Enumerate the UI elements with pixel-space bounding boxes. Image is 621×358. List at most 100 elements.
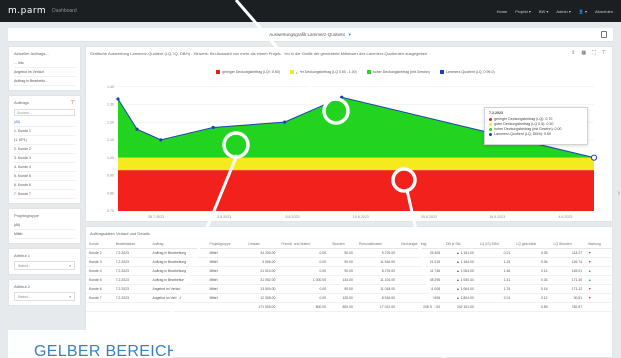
table-cell: 2.01 xyxy=(476,293,514,303)
table-cell: 21 015 xyxy=(397,257,444,267)
table-cell: 7.2.2023 xyxy=(112,257,150,267)
filter-option[interactable]: 4. Kunde 4 xyxy=(14,163,75,172)
filter-option[interactable]: 5. Kunde 5 xyxy=(14,172,75,181)
column-header[interactable]: LQ geschätzt xyxy=(513,240,551,249)
x-tick-label: 29.8.2023 xyxy=(421,215,437,219)
lq-data-point xyxy=(283,120,287,124)
column-header[interactable]: Umsatz xyxy=(245,240,279,249)
table-row[interactable]: Kunde 4 7.2.2023 Auftrag in Bearbeitung Mit… xyxy=(86,266,612,276)
table-header-row: Kunde Bestelldatum Auftrag Projektgruppe Ums… xyxy=(86,240,612,249)
column-header[interactable]: Kunde xyxy=(86,240,113,249)
column-header[interactable]: DB je Std. xyxy=(443,240,477,249)
table-row[interactable]: Kunde 7 7.2.2023 Angebot im Verlauf Mittel 1… xyxy=(86,293,612,303)
print-icon[interactable] xyxy=(601,31,607,38)
clear-filter-icon[interactable]: ⊤ xyxy=(71,100,75,106)
column-header[interactable]: Bestelldatum xyxy=(112,240,150,249)
table-row[interactable]: Kunde 6 7.2.2023 Angebot im Verlauf Mittel 1… xyxy=(86,284,612,294)
tooltip-row: guter Deckungsbeitrag (LQ 0.5): 0.30 xyxy=(489,122,583,126)
panel-title: Attribut 1 xyxy=(14,253,31,258)
table-cell xyxy=(585,302,612,312)
title-dropdown-icon[interactable]: ▼ xyxy=(348,32,352,37)
table-cell: ▲ 1 164.00 xyxy=(443,257,477,267)
table-cell: ▲ 1 050.44 xyxy=(443,275,477,285)
table-cell: 9 276.00 xyxy=(355,248,398,258)
table-cell: Mittel xyxy=(206,266,246,276)
panel-title: Projektgruppe xyxy=(14,213,39,218)
filter-option[interactable]: (All) xyxy=(14,118,75,127)
y-tick-label: 1.30 xyxy=(107,103,114,107)
table-cell: 1.41 xyxy=(476,275,514,285)
column-header[interactable]: Projektgruppe xyxy=(206,240,246,249)
table-cell: 782.87 xyxy=(550,302,586,312)
table-cell: 48 295 xyxy=(397,275,444,285)
column-header[interactable]: Personalkosten xyxy=(355,240,398,249)
filter-option[interactable]: 3. Kunde 3 xyxy=(14,154,75,163)
table-row[interactable]: Kunde 2 7.2.2023 Auftrag in Bearbeitung Mit… xyxy=(86,248,612,258)
tooltip-dot xyxy=(489,127,492,131)
chevron-right-icon[interactable]: › xyxy=(618,190,620,197)
y-tick-label: 1.00 xyxy=(107,156,114,160)
column-header[interactable]: Wartung xyxy=(585,240,612,249)
table-cell: 1.46 xyxy=(476,266,514,276)
filter-option[interactable]: Angebot im Verlauf xyxy=(14,68,75,77)
nav-projekt[interactable]: Projekt ▾ xyxy=(515,9,531,14)
attribut-2-select[interactable]: Select... ▾ xyxy=(14,292,75,301)
table-cell: 0.34 xyxy=(513,275,551,285)
column-header[interactable]: Stunden xyxy=(329,240,356,249)
table-cell: 7.2.2023 xyxy=(112,293,150,303)
column-header[interactable]: Auftrag xyxy=(149,240,207,249)
table-row[interactable]: Kunde 5 7.2.2023 Auftrag in Bearbeitung Mit… xyxy=(86,275,612,285)
table-cell: 21 014.00 xyxy=(245,266,279,276)
table-cell: 90.00 xyxy=(329,284,356,294)
lq-highlight-point xyxy=(590,154,598,161)
table-cell: 0.16 xyxy=(513,284,551,294)
table-cell: Kunde 6 xyxy=(86,284,113,294)
nav-bw[interactable]: BW ▾ xyxy=(539,9,549,14)
filter-panel-projektgruppe: Projektgruppe (All) Mittel xyxy=(8,208,81,244)
filter-option[interactable]: 1. Kunde 1 xyxy=(14,127,75,136)
nav-logout[interactable]: Abmelden xyxy=(595,9,613,14)
filter-option[interactable]: (1. KP1) xyxy=(14,136,75,145)
table-cell: Auftrag in Bearbeitung xyxy=(149,248,207,258)
column-header[interactable]: Deckungsbeitrag xyxy=(397,240,444,249)
filter-panel-auftrag: Auftrags ⊤ Suchen... (All) 1. Kunde 1 (1… xyxy=(8,95,81,204)
filter-option[interactable]: 2. Kunde 2 xyxy=(14,145,75,154)
table-row[interactable]: Kunde 3 7.2.2023 Auftrag in Bearbeitung Mit… xyxy=(86,257,612,267)
nav-user[interactable]: 👤 ▾ xyxy=(579,9,587,14)
nav-admin[interactable]: Admin ▾ xyxy=(556,9,570,14)
filter-option[interactable]: (All) xyxy=(14,221,75,230)
filter-option[interactable]: ... Info xyxy=(14,59,75,68)
table-cell: 7.2.2023 xyxy=(112,275,150,285)
tooltip-row: Lammerz-Quotient (LQ, DB/h): 0.69 xyxy=(489,132,583,136)
table-cell: 90.00 xyxy=(329,248,356,258)
nav-home[interactable]: Home xyxy=(497,9,508,14)
tooltip-dot xyxy=(489,122,492,126)
filter-option[interactable]: Mittel xyxy=(14,230,75,239)
table-cell: ▲ 1 064.00 xyxy=(443,266,477,276)
column-header[interactable]: Fremdl. und Materi. xyxy=(278,240,330,249)
search-input[interactable]: Suchen... xyxy=(14,109,75,116)
lq-data-point xyxy=(116,97,120,101)
filter-sidebar: Aktueller Auftrags... ... Info Angebot i… xyxy=(8,46,81,310)
table-row[interactable]: 171 505.00 800.00 800.00 17 012.00 208 924.0… xyxy=(86,302,612,312)
table-cell: 171 505.00 xyxy=(245,302,279,312)
table-cell: Angebot im Verlauf xyxy=(149,293,207,303)
chevron-down-icon: ▾ xyxy=(69,264,71,268)
top-navigation-bar: m.parm Dashboard Home Projekt ▾ BW ▾ Adm… xyxy=(0,0,621,22)
dashboard-title-bar: Auswertungsgrafik Lammerz-Quotient ▼ xyxy=(8,28,613,42)
table-cell: 12 308.00 xyxy=(245,293,279,303)
filter-option[interactable]: 6. Kunde 6 xyxy=(14,181,75,190)
filter-option[interactable]: Auftrag in Bearbeitu... xyxy=(14,77,75,86)
table-cell: Mittel xyxy=(206,248,246,258)
table-cell: Kunde 3 xyxy=(86,257,113,267)
table-cell: 144.00 xyxy=(329,275,356,285)
table-cell: 126.74 xyxy=(550,257,586,267)
filter-option[interactable]: 7. Kunde 7 xyxy=(14,190,75,199)
column-header[interactable]: LQ (IS) DB/h xyxy=(476,240,514,249)
column-header[interactable]: LQ Stunden xyxy=(550,240,586,249)
app-logo[interactable]: m.parm xyxy=(8,6,46,16)
attribut-1-select[interactable]: Select... ▾ xyxy=(14,261,75,270)
y-tick-label: 0.70 xyxy=(107,209,114,213)
table-cell: Kunde 2 xyxy=(86,248,113,258)
x-tick-label: 4.9.2023 xyxy=(558,215,572,219)
